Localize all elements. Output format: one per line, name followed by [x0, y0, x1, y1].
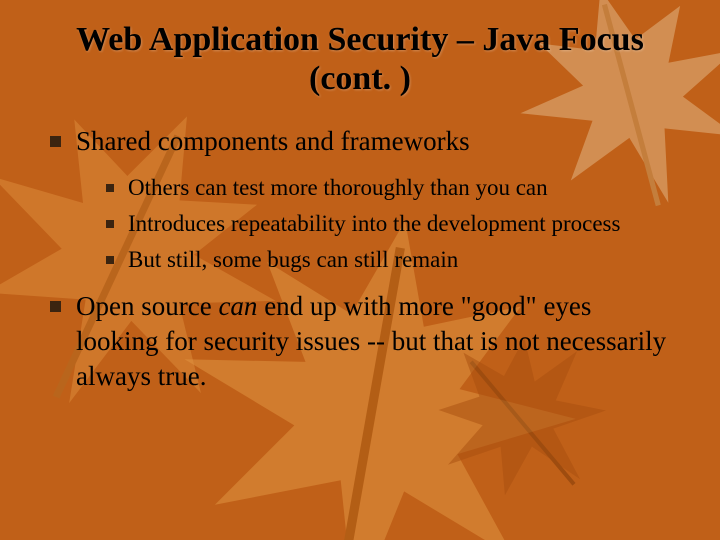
bullet-text-em: can [218, 291, 257, 321]
slide-content: Web Application Security – Java Focus (c… [0, 0, 720, 394]
bullet-text: But still, some bugs can still remain [128, 247, 458, 272]
list-item: Others can test more thoroughly than you… [106, 173, 680, 203]
slide: Web Application Security – Java Focus (c… [0, 0, 720, 540]
bullet-text: Introduces repeatability into the develo… [128, 211, 620, 236]
slide-title: Web Application Security – Java Focus (c… [40, 20, 680, 98]
bullet-text: Shared components and frameworks [76, 126, 470, 156]
bullet-list-level1: Shared components and frameworks Others … [50, 124, 680, 394]
list-item: Shared components and frameworks Others … [50, 124, 680, 275]
list-item: But still, some bugs can still remain [106, 245, 680, 275]
bullet-text: Others can test more thoroughly than you… [128, 175, 548, 200]
list-item: Introduces repeatability into the develo… [106, 209, 680, 239]
bullet-text-pre: Open source [76, 291, 218, 321]
list-item: Open source can end up with more "good" … [50, 289, 680, 394]
bullet-list-level2: Others can test more thoroughly than you… [106, 173, 680, 275]
